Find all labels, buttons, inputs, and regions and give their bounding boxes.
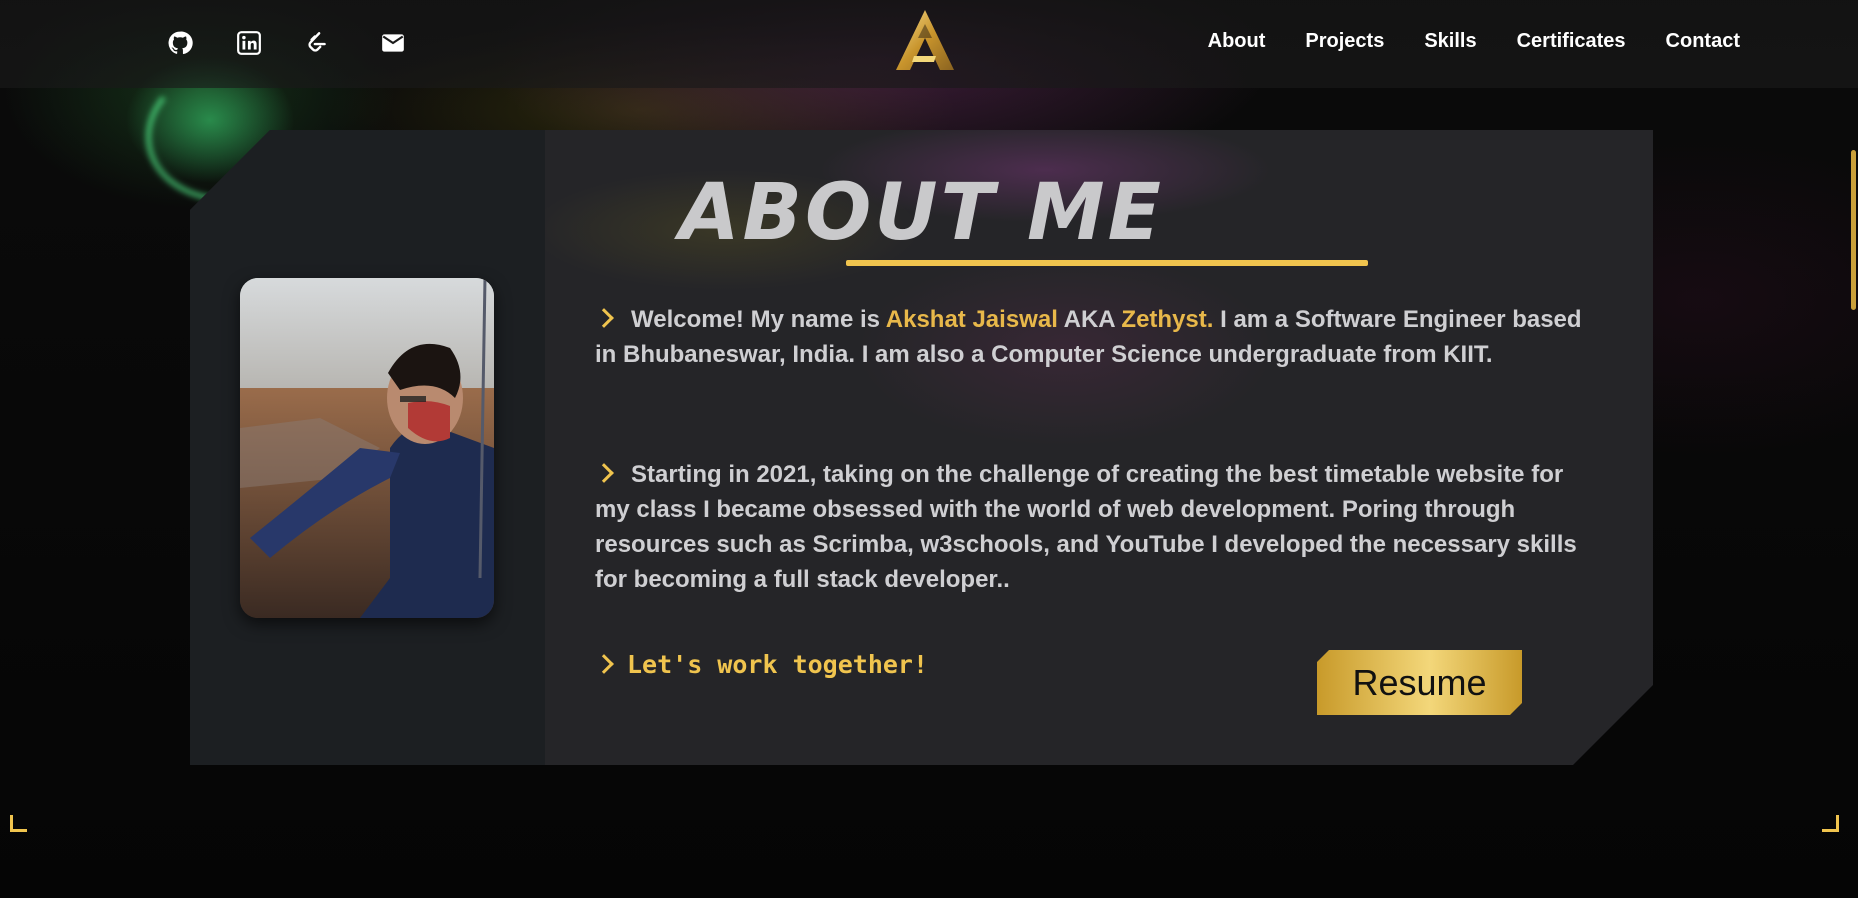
story-text: Starting in 2021, taking on the challeng…	[595, 461, 1577, 593]
nav-certificates[interactable]: Certificates	[1517, 30, 1626, 53]
work-together-link[interactable]: Let's work together!	[594, 650, 929, 679]
leetcode-icon[interactable]	[303, 29, 331, 57]
nav-contact[interactable]: Contact	[1666, 30, 1740, 53]
cta-text: Let's work together!	[627, 650, 929, 679]
alias-highlight: Zethyst.	[1121, 306, 1214, 333]
nav-about[interactable]: About	[1208, 30, 1266, 53]
linkedin-icon[interactable]	[235, 29, 263, 57]
intro-prefix: Welcome! My name is	[631, 306, 886, 333]
page-title: ABOUT ME	[679, 168, 1164, 258]
about-card: ABOUT ME Welcome! My name is Akshat Jais…	[190, 130, 1653, 765]
title-underline	[846, 260, 1368, 266]
mail-icon[interactable]	[378, 29, 408, 57]
main-nav: About Projects Skills Certificates Conta…	[1208, 30, 1740, 53]
github-icon[interactable]	[166, 29, 194, 57]
top-navbar: About Projects Skills Certificates Conta…	[0, 0, 1858, 88]
nav-projects[interactable]: Projects	[1305, 30, 1384, 53]
name-highlight: Akshat Jaiswal	[885, 306, 1058, 333]
aka-text: AKA	[1057, 306, 1122, 333]
profile-photo	[240, 278, 494, 618]
scrollbar-thumb[interactable]	[1851, 150, 1856, 310]
scrollbar[interactable]	[1846, 0, 1858, 898]
gold-a-logo[interactable]	[892, 8, 958, 72]
chevron-right-icon	[594, 654, 614, 674]
resume-button[interactable]: Resume	[1317, 650, 1522, 715]
corner-bracket-left	[10, 815, 27, 832]
chevron-right-icon	[594, 463, 614, 483]
story-paragraph: Starting in 2021, taking on the challeng…	[594, 457, 1585, 597]
chevron-right-icon	[594, 308, 614, 328]
corner-bracket-right	[1822, 815, 1839, 832]
intro-paragraph: Welcome! My name is Akshat Jaiswal AKA Z…	[594, 302, 1585, 372]
nav-skills[interactable]: Skills	[1424, 30, 1476, 53]
